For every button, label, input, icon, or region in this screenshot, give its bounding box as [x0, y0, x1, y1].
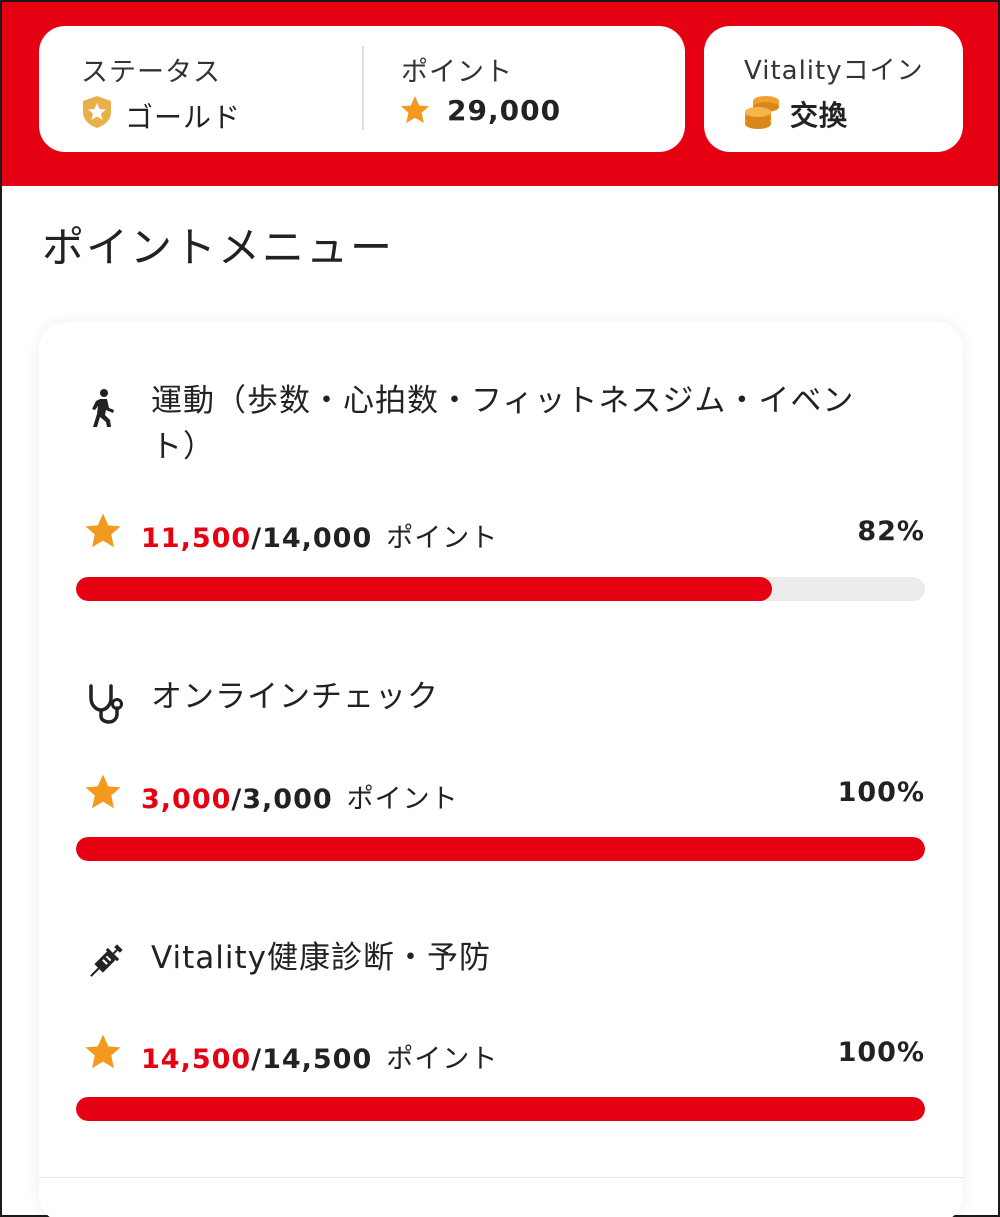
- star-icon: [83, 1032, 123, 1076]
- page-title: ポイントメニュー: [42, 223, 395, 272]
- syringe-icon: [85, 942, 125, 986]
- progress-percent: 100%: [837, 777, 925, 808]
- progress-bar-fill: [76, 577, 773, 601]
- points-target: /3,000: [231, 784, 333, 815]
- status-points-card[interactable]: ステータス ゴールド ポイント 29,000: [39, 26, 685, 152]
- status-value: ゴールド: [125, 101, 242, 134]
- progress-bar: [76, 1097, 925, 1121]
- points-earned: 3,000: [141, 784, 232, 815]
- points-label: ポイント: [401, 57, 513, 88]
- progress-percent: 100%: [837, 1037, 925, 1068]
- points-earned: 14,500: [141, 1044, 252, 1075]
- star-icon: [83, 772, 123, 816]
- progress-bar: [76, 577, 925, 601]
- points-earned: 11,500: [141, 523, 252, 554]
- point-menu-card: 運動（歩数・心拍数・フィットネスジム・イベント） 11,500/14,000 ポイ…: [39, 322, 963, 1217]
- points-progress-text: 14,500/14,500 ポイント: [141, 1037, 498, 1076]
- coins-icon: [742, 92, 782, 136]
- points-progress-text: 3,000/3,000 ポイント: [141, 777, 459, 816]
- points-target: /14,000: [251, 523, 373, 554]
- points-target: /14,500: [251, 1044, 373, 1075]
- points-progress-text: 11,500/14,000 ポイント: [141, 516, 498, 555]
- header-banner: ステータス ゴールド ポイント 29,000 Vitalityコイン 交換: [2, 2, 998, 186]
- star-icon: [83, 511, 123, 555]
- walking-person-icon: [85, 388, 119, 432]
- menu-item-title: Vitality健康診断・予防: [151, 940, 492, 976]
- gold-star-badge-icon: [79, 94, 115, 134]
- points-unit: ポイント: [346, 784, 459, 815]
- card-divider: [362, 46, 364, 130]
- star-icon: [399, 94, 431, 130]
- points-total: 29,000: [447, 94, 562, 127]
- card-divider: [39, 1177, 963, 1178]
- progress-percent: 82%: [857, 516, 925, 547]
- coin-exchange-button[interactable]: 交換: [790, 94, 848, 134]
- vitality-coin-card[interactable]: Vitalityコイン 交換: [704, 26, 963, 152]
- progress-bar: [76, 837, 925, 861]
- coin-label: Vitalityコイン: [744, 56, 924, 86]
- status-label: ステータス: [81, 57, 221, 88]
- points-unit: ポイント: [386, 1044, 499, 1075]
- menu-item-title: オンラインチェック: [151, 679, 439, 715]
- progress-bar-fill: [76, 1097, 925, 1121]
- progress-bar-fill: [76, 837, 925, 861]
- menu-item-title: 運動（歩数・心拍数・フィットネスジム・イベント）: [151, 383, 855, 465]
- stethoscope-icon: [85, 682, 125, 728]
- points-unit: ポイント: [386, 523, 499, 554]
